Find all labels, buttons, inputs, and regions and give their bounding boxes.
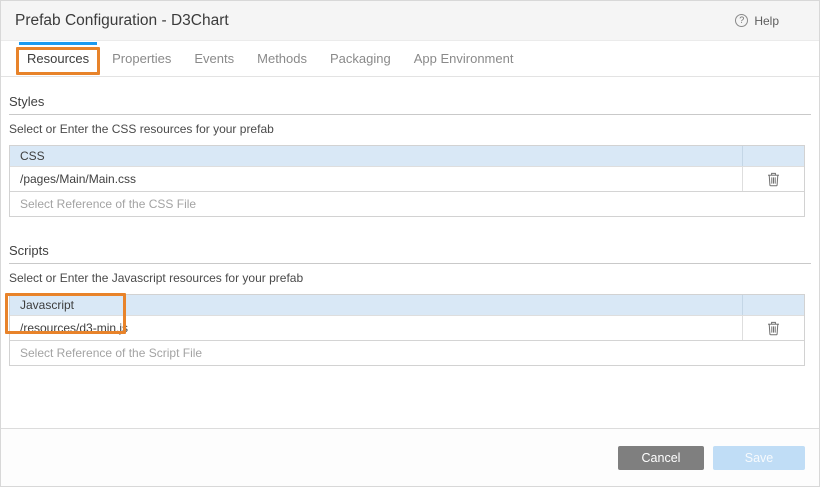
- dialog-header: Prefab Configuration - D3Chart ? Help: [1, 1, 819, 41]
- row-actions-cell: [742, 167, 804, 191]
- tab-bar: Resources Properties Events Methods Pack…: [1, 41, 819, 77]
- css-reference-input[interactable]: [10, 192, 804, 216]
- javascript-column-header: Javascript: [20, 298, 75, 312]
- delete-script-resource-button[interactable]: [765, 319, 782, 338]
- tab-packaging-label: Packaging: [330, 51, 391, 66]
- script-reference-input[interactable]: [10, 341, 804, 365]
- css-resource-path: /pages/Main/Main.css: [20, 172, 137, 186]
- help-button[interactable]: ? Help: [735, 1, 779, 40]
- tab-app-environment[interactable]: App Environment: [406, 41, 522, 76]
- actions-column-header: [742, 146, 804, 166]
- resources-panel: Styles Select or Enter the CSS resources…: [1, 94, 819, 366]
- cancel-button[interactable]: Cancel: [618, 445, 704, 470]
- script-resource-path: /resources/d3-min.js: [20, 321, 129, 335]
- tab-events-label: Events: [194, 51, 235, 66]
- css-column-header: CSS: [20, 149, 45, 163]
- tab-resources[interactable]: Resources: [16, 41, 101, 76]
- trash-icon: [768, 321, 779, 335]
- table-row[interactable]: /pages/Main/Main.css: [10, 166, 804, 191]
- table-row[interactable]: /resources/d3-min.js: [10, 315, 804, 340]
- styles-section-title: Styles: [9, 94, 811, 115]
- tab-packaging[interactable]: Packaging: [322, 41, 399, 76]
- scripts-section-title: Scripts: [9, 243, 811, 264]
- dialog-footer: Cancel Save: [1, 428, 819, 486]
- script-resources-table: Javascript /resources/d3-min.js: [5, 293, 805, 366]
- page-title: Prefab Configuration - D3Chart: [15, 11, 229, 29]
- delete-css-resource-button[interactable]: [765, 170, 782, 189]
- javascript-table-header-row: Javascript: [10, 295, 804, 315]
- css-reference-field-row: [10, 191, 804, 216]
- question-circle-icon: ?: [735, 14, 749, 27]
- scripts-section-description: Select or Enter the Javascript resources…: [9, 271, 304, 285]
- scripts-section: Scripts Select or Enter the Javascript r…: [5, 243, 811, 366]
- actions-column-header: [742, 295, 804, 315]
- save-button[interactable]: Save: [713, 445, 805, 470]
- script-reference-field-row: [10, 340, 804, 365]
- tab-methods[interactable]: Methods: [249, 41, 315, 76]
- tab-app-environment-label: App Environment: [413, 51, 514, 66]
- prefab-configuration-dialog: Prefab Configuration - D3Chart ? Help Re…: [0, 0, 820, 487]
- row-actions-cell: [742, 316, 804, 340]
- css-resources-table: CSS /pages/Main/Main.css: [9, 145, 805, 217]
- tab-methods-label: Methods: [257, 51, 308, 66]
- tab-properties[interactable]: Properties: [104, 41, 179, 76]
- css-table-header-row: CSS: [10, 146, 804, 166]
- help-label: Help: [754, 13, 779, 28]
- tab-resources-label: Resources: [27, 51, 90, 66]
- styles-section: Styles Select or Enter the CSS resources…: [9, 94, 811, 217]
- tab-events[interactable]: Events: [186, 41, 242, 76]
- tab-properties-label: Properties: [112, 51, 172, 66]
- styles-section-description: Select or Enter the CSS resources for yo…: [9, 122, 274, 136]
- trash-icon: [768, 172, 779, 186]
